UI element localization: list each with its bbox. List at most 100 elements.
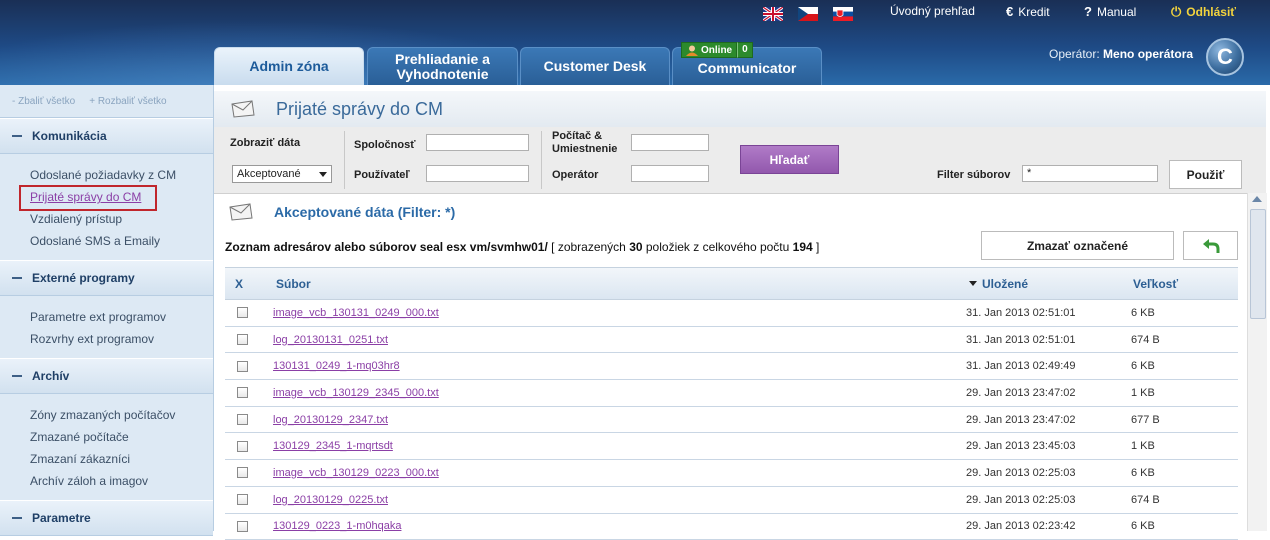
tab-customer-desk[interactable]: Customer Desk bbox=[520, 47, 670, 85]
saved-date: 29. Jan 2013 23:45:03 bbox=[966, 433, 1075, 459]
user-icon bbox=[686, 45, 698, 56]
operator-input[interactable] bbox=[631, 165, 709, 182]
row-checkbox[interactable] bbox=[237, 414, 248, 425]
file-link[interactable]: log_20130131_0251.txt bbox=[273, 334, 388, 346]
row-checkbox[interactable] bbox=[237, 334, 248, 345]
sidebar-item-remote-access[interactable]: Vzdialený prístup bbox=[30, 208, 213, 230]
file-link[interactable]: log_20130129_0225.txt bbox=[273, 494, 388, 506]
sidebar-item-ext-schedules[interactable]: Rozvrhy ext programov bbox=[30, 328, 213, 350]
sidebar-item-ext-params[interactable]: Parametre ext programov bbox=[30, 306, 213, 328]
sidebar-item-sent-sms-emails[interactable]: Odoslané SMS a Emaily bbox=[30, 230, 213, 252]
shown-count: 30 bbox=[629, 240, 642, 254]
table-row: log_20130131_0251.txt31. Jan 2013 02:51:… bbox=[225, 327, 1238, 354]
table-row: log_20130129_2347.txt 29. Jan 2013 23:47:… bbox=[225, 407, 1238, 434]
sidebar-item-sent-requests[interactable]: Odoslané požiadavky z CM bbox=[30, 164, 213, 186]
show-data-select[interactable]: Akceptované bbox=[232, 165, 332, 183]
manual-link[interactable]: ? Manual bbox=[1084, 4, 1136, 19]
file-link[interactable]: image_vcb_130129_0223_000.txt bbox=[273, 467, 439, 479]
computer-label-line1: Počítač & bbox=[552, 130, 617, 143]
back-button[interactable] bbox=[1183, 231, 1238, 260]
apply-button[interactable]: Použiť bbox=[1169, 160, 1242, 189]
expand-all-link[interactable]: + Rozbaliť všetko bbox=[89, 96, 166, 107]
file-link[interactable]: log_20130129_2347.txt bbox=[273, 414, 388, 426]
row-checkbox[interactable] bbox=[237, 494, 248, 505]
row-checkbox[interactable] bbox=[237, 441, 248, 452]
highlight-box bbox=[19, 185, 157, 211]
scroll-up-arrow-icon[interactable] bbox=[1252, 196, 1262, 202]
column-size[interactable]: Veľkosť bbox=[1133, 268, 1178, 299]
logout-link[interactable]: ⏻ Odhlásiť bbox=[1171, 4, 1236, 20]
computer-location-input[interactable] bbox=[631, 134, 709, 151]
operator-info: Operátor: Meno operátora bbox=[1049, 47, 1193, 61]
sidebar-item-label: Zóny zmazaných počítačov bbox=[30, 408, 175, 422]
scroll-thumb[interactable] bbox=[1250, 209, 1266, 319]
computer-location-label: Počítač & Umiestnenie bbox=[552, 130, 617, 156]
filter-divider bbox=[344, 131, 345, 189]
directory-info: Zoznam adresárov alebo súborov seal esx … bbox=[225, 240, 819, 254]
logout-label: Odhlásiť bbox=[1186, 5, 1236, 19]
column-file[interactable]: Súbor bbox=[276, 268, 311, 299]
row-checkbox[interactable] bbox=[237, 387, 248, 398]
file-filter-input[interactable]: * bbox=[1022, 165, 1158, 182]
sidebar-list-archive: Zóny zmazaných počítačov Zmazané počítač… bbox=[0, 394, 213, 500]
delete-selected-button[interactable]: Zmazať označené bbox=[981, 231, 1174, 260]
back-arrow-icon bbox=[1202, 237, 1220, 255]
sidebar-item-label: Vzdialený prístup bbox=[30, 212, 122, 226]
overview-label: Úvodný prehľad bbox=[890, 4, 975, 18]
row-checkbox-cell bbox=[237, 433, 248, 459]
file-link[interactable]: 130129_2345_1-mqrtsdt bbox=[273, 440, 393, 452]
sidebar-item-label: Rozvrhy ext programov bbox=[30, 332, 154, 346]
sidebar-item-backup-archive[interactable]: Archív záloh a imagov bbox=[30, 470, 213, 492]
show-data-value: Akceptované bbox=[237, 168, 301, 180]
row-checkbox-cell bbox=[237, 327, 248, 353]
row-checkbox-cell bbox=[237, 353, 248, 379]
column-saved[interactable]: Uložené bbox=[969, 268, 1028, 299]
sidebar-section-communication[interactable]: Komunikácia bbox=[0, 118, 213, 154]
tab-browse-evaluate-line1: Prehliadanie a bbox=[395, 52, 490, 67]
file-link[interactable]: image_vcb_130129_2345_000.txt bbox=[273, 387, 439, 399]
search-button-label: Hľadať bbox=[770, 153, 810, 167]
czech-flag-icon[interactable] bbox=[798, 7, 818, 21]
row-checkbox[interactable] bbox=[237, 467, 248, 478]
online-indicator: Online bbox=[681, 42, 737, 58]
apply-button-label: Použiť bbox=[1187, 168, 1225, 182]
collapse-all-link[interactable]: - Zbaliť všetko bbox=[12, 96, 75, 107]
row-checkbox[interactable] bbox=[237, 361, 248, 372]
row-checkbox[interactable] bbox=[237, 307, 248, 318]
operator-name: Meno operátora bbox=[1103, 47, 1193, 61]
saved-date: 29. Jan 2013 23:47:02 bbox=[966, 407, 1075, 433]
file-link[interactable]: 130131_0249_1-mq03hr8 bbox=[273, 360, 400, 372]
file-size: 6 KB bbox=[1131, 300, 1155, 326]
sidebar-item-deleted-customers[interactable]: Zmazaní zákazníci bbox=[30, 448, 213, 470]
file-size: 1 KB bbox=[1131, 380, 1155, 406]
sidebar-toolbar: - Zbaliť všetko + Rozbaliť všetko bbox=[0, 85, 213, 118]
file-size: 674 B bbox=[1131, 327, 1160, 353]
company-input[interactable] bbox=[426, 134, 529, 151]
sidebar-item-deleted-computers[interactable]: Zmazané počítače bbox=[30, 426, 213, 448]
sidebar-section-external-programs[interactable]: Externé programy bbox=[0, 260, 213, 296]
envelope-icon bbox=[230, 100, 256, 118]
file-link[interactable]: image_vcb_130131_0249_000.txt bbox=[273, 307, 439, 319]
vertical-scrollbar[interactable] bbox=[1247, 193, 1267, 531]
user-input[interactable] bbox=[426, 165, 529, 182]
credit-link[interactable]: € Kredit bbox=[1006, 4, 1050, 19]
row-checkbox[interactable] bbox=[237, 521, 248, 532]
column-select: X bbox=[235, 268, 243, 299]
table-header: X Súbor Uložené Veľkosť bbox=[225, 267, 1238, 300]
saved-date: 29. Jan 2013 23:47:02 bbox=[966, 380, 1075, 406]
section-title: Akceptované dáta (Filter: *) bbox=[274, 204, 455, 220]
online-count: 0 bbox=[737, 42, 753, 58]
slovak-flag-icon[interactable] bbox=[833, 7, 853, 21]
page-title-bar: Prijaté správy do CM bbox=[214, 91, 1266, 128]
file-filter-label: Filter súborov bbox=[937, 169, 1010, 182]
uk-flag-icon[interactable] bbox=[763, 7, 783, 21]
dropdown-arrow-icon bbox=[319, 172, 327, 177]
tab-admin-zone[interactable]: Admin zóna bbox=[214, 47, 364, 85]
overview-link[interactable]: Úvodný prehľad bbox=[890, 4, 975, 18]
sidebar-item-deleted-zones[interactable]: Zóny zmazaných počítačov bbox=[30, 404, 213, 426]
tab-browse-evaluate[interactable]: Prehliadanie a Vyhodnotenie bbox=[367, 47, 518, 85]
file-size: 6 KB bbox=[1131, 353, 1155, 379]
sidebar-section-archive[interactable]: Archív bbox=[0, 358, 213, 394]
search-button[interactable]: Hľadať bbox=[740, 145, 839, 174]
credit-label: Kredit bbox=[1018, 5, 1049, 19]
